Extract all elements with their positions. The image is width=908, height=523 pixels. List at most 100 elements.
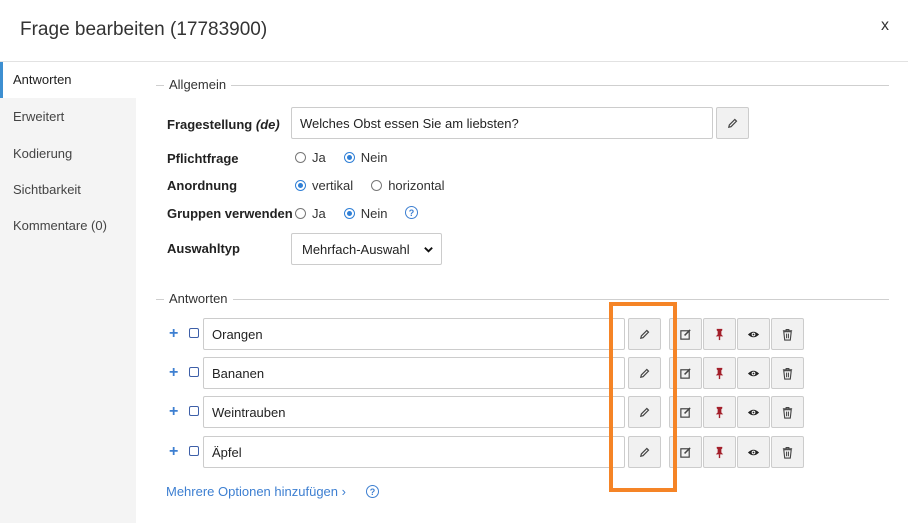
groups-no-label: Nein <box>360 206 388 221</box>
answer-checkbox[interactable] <box>189 406 199 416</box>
section-divider <box>156 299 889 300</box>
answer-translate-button[interactable] <box>628 396 661 428</box>
eye-icon <box>747 446 760 459</box>
answer-pin-button[interactable] <box>703 357 736 389</box>
mandatory-yes-label: Ja <box>312 150 326 165</box>
question-translate-button[interactable] <box>716 107 749 139</box>
pencil-icon <box>638 446 651 459</box>
answer-translate-button[interactable] <box>628 318 661 350</box>
answer-visibility-button[interactable] <box>737 318 770 350</box>
trash-icon <box>781 446 794 459</box>
groups-yes-label: Ja <box>312 206 326 221</box>
edit-icon <box>679 406 692 419</box>
answer-input-value: Orangen <box>212 326 263 342</box>
answer-edit-button[interactable] <box>669 436 702 468</box>
sidebar-item-kommentare[interactable]: Kommentare (0) <box>0 208 136 244</box>
question-input-value: Welches Obst essen Sie am liebsten? <box>300 115 519 131</box>
groups-help-icon[interactable]: ? <box>405 206 418 219</box>
add-options-help-icon[interactable]: ? <box>366 485 379 498</box>
arrangement-horizontal-label: horizontal <box>388 178 445 193</box>
sidebar-item-kodierung[interactable]: Kodierung <box>0 136 136 172</box>
answer-delete-button[interactable] <box>771 436 804 468</box>
arrangement-label: Anordnung <box>167 178 238 193</box>
trash-icon <box>781 367 794 380</box>
add-answer-button[interactable]: + <box>169 444 178 460</box>
arrangement-radio-group: vertikal horizontal <box>295 178 463 193</box>
mandatory-radio-group: Ja Nein <box>295 150 405 165</box>
answer-checkbox[interactable] <box>189 328 199 338</box>
pencil-icon <box>638 328 651 341</box>
answer-edit-button[interactable] <box>669 318 702 350</box>
pencil-icon <box>727 118 738 128</box>
answer-edit-button[interactable] <box>669 396 702 428</box>
answer-input[interactable]: Weintrauben <box>203 396 625 428</box>
question-label-text: Fragestellung <box>167 117 253 132</box>
pin-icon <box>713 446 726 459</box>
choice-type-value: Mehrfach-Auswahl <box>302 241 410 257</box>
answer-pin-button[interactable] <box>703 318 736 350</box>
eye-icon <box>747 406 760 419</box>
groups-radio-group: Ja Nein <box>295 206 405 221</box>
arrangement-vertical-label: vertikal <box>312 178 354 193</box>
choice-type-label: Auswahltyp <box>167 241 240 256</box>
answer-translate-button[interactable] <box>628 436 661 468</box>
answer-delete-button[interactable] <box>771 357 804 389</box>
arrangement-vertical-radio[interactable] <box>295 180 306 191</box>
question-language: (de) <box>255 117 280 132</box>
answer-input[interactable]: Äpfel <box>203 436 625 468</box>
arrangement-horizontal-radio[interactable] <box>371 180 383 191</box>
sidebar-item-sichtbarkeit[interactable]: Sichtbarkeit <box>0 172 136 208</box>
dialog-header: Frage bearbeiten (17783900) x <box>0 0 908 62</box>
mandatory-no-radio[interactable] <box>343 152 355 163</box>
groups-yes-radio[interactable] <box>295 208 306 219</box>
answer-visibility-button[interactable] <box>737 396 770 428</box>
answer-delete-button[interactable] <box>771 396 804 428</box>
answer-checkbox[interactable] <box>189 446 199 456</box>
mandatory-no-label: Nein <box>360 150 388 165</box>
choice-type-select[interactable]: Mehrfach-Auswahl <box>291 233 442 265</box>
answer-input-value: Bananen <box>212 365 265 381</box>
answer-visibility-button[interactable] <box>737 357 770 389</box>
edit-icon <box>679 367 692 380</box>
trash-icon <box>781 406 794 419</box>
question-label: Fragestellung (de) <box>167 117 280 132</box>
answer-pin-button[interactable] <box>703 396 736 428</box>
section-divider <box>156 85 889 86</box>
dialog-title: Frage bearbeiten (17783900) <box>20 19 268 40</box>
answer-input-value: Weintrauben <box>212 404 286 420</box>
groups-label: Gruppen verwenden <box>167 206 293 221</box>
pencil-icon <box>638 367 651 380</box>
section-legend-answers: Antworten <box>164 291 233 306</box>
question-input[interactable]: Welches Obst essen Sie am liebsten? <box>291 107 713 139</box>
eye-icon <box>747 367 760 380</box>
mandatory-label: Pflichtfrage <box>167 151 239 166</box>
answer-edit-button[interactable] <box>669 357 702 389</box>
answer-input-value: Äpfel <box>212 444 242 460</box>
add-options-label: Mehrere Optionen hinzufügen › <box>166 484 346 499</box>
close-button[interactable]: x <box>881 17 889 35</box>
add-options-link[interactable]: Mehrere Optionen hinzufügen › <box>166 484 346 499</box>
edit-icon <box>679 446 692 459</box>
groups-no-radio[interactable] <box>343 208 355 219</box>
sidebar-item-erweitert[interactable]: Erweitert <box>0 99 136 135</box>
answer-input[interactable]: Bananen <box>203 357 625 389</box>
answer-input[interactable]: Orangen <box>203 318 625 350</box>
answer-translate-button[interactable] <box>628 357 661 389</box>
trash-icon <box>781 328 794 341</box>
answer-pin-button[interactable] <box>703 436 736 468</box>
pin-icon <box>713 328 726 341</box>
add-answer-button[interactable]: + <box>169 326 178 342</box>
edit-icon <box>679 328 692 341</box>
answer-delete-button[interactable] <box>771 318 804 350</box>
pin-icon <box>713 367 726 380</box>
answer-visibility-button[interactable] <box>737 436 770 468</box>
answer-checkbox[interactable] <box>189 367 199 377</box>
add-answer-button[interactable]: + <box>169 365 178 381</box>
add-answer-button[interactable]: + <box>169 404 178 420</box>
pin-icon <box>713 406 726 419</box>
section-legend-general: Allgemein <box>164 77 232 92</box>
eye-icon <box>747 328 760 341</box>
mandatory-yes-radio[interactable] <box>295 152 306 163</box>
chevron-down-icon <box>424 247 433 253</box>
sidebar-item-antworten[interactable]: Antworten <box>0 62 136 98</box>
